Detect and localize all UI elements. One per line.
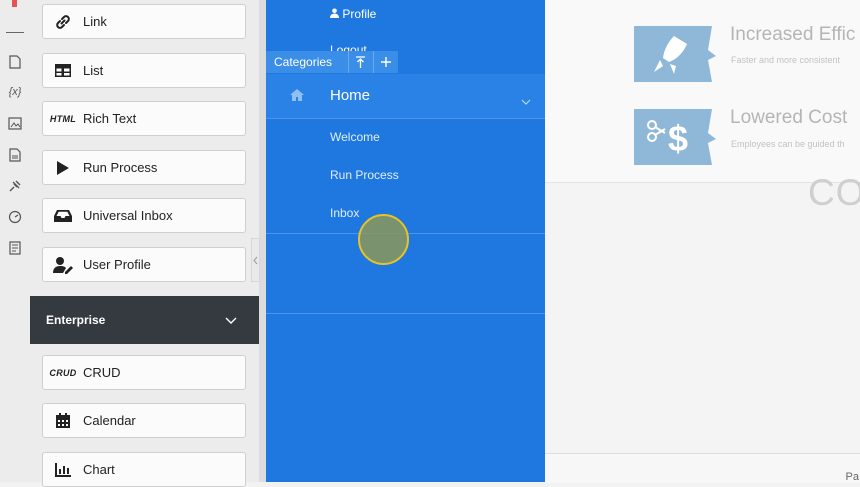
palette-item-label: List — [83, 63, 104, 78]
plus-icon — [380, 57, 391, 67]
profile-link[interactable]: Profile — [330, 7, 376, 21]
palette-item-list[interactable]: List — [42, 53, 246, 88]
calendar-icon — [43, 412, 83, 429]
palette-item-label: Run Process — [83, 160, 158, 175]
menu-item-run-process[interactable]: Run Process — [330, 168, 399, 182]
palette-item-crud[interactable]: CRUD CRUD — [42, 355, 246, 390]
feature-title: Lowered Cost — [730, 107, 848, 128]
file-icon[interactable] — [7, 148, 23, 164]
variable-icon[interactable]: {x} — [7, 84, 23, 100]
add-category-button[interactable] — [372, 51, 398, 73]
section-heading: CO — [808, 172, 860, 213]
page-icon[interactable] — [7, 55, 23, 71]
svg-text:$: $ — [668, 118, 688, 159]
feature-title: Increased Effic — [730, 24, 856, 45]
footer: Pa — [545, 453, 860, 483]
table-icon — [43, 63, 83, 78]
page-preview: Increased Effic Faster and more consiste… — [545, 0, 860, 483]
palette-item-label: Calendar — [83, 413, 136, 428]
feature-subtitle: Employees can be guided th — [731, 139, 845, 149]
palette-item-label: Universal Inbox — [83, 208, 173, 223]
rail-marker — [12, 0, 17, 7]
profile-label: Profile — [342, 7, 377, 21]
menu-item-inbox[interactable]: Inbox — [330, 206, 359, 220]
user-icon — [330, 8, 339, 18]
rocket-icon — [630, 22, 718, 89]
logout-label: Logout — [330, 43, 367, 51]
chart-icon — [43, 462, 83, 477]
image-icon[interactable] — [7, 117, 23, 133]
menu-category-home[interactable]: Home — [266, 74, 545, 119]
feature-subtitle: Faster and more consistent — [731, 55, 841, 65]
home-icon — [289, 88, 305, 107]
palette-item-calendar[interactable]: Calendar — [42, 403, 246, 438]
categories-toolbar: Categories — [266, 51, 398, 73]
play-icon — [43, 160, 83, 176]
plugin-icon[interactable] — [7, 179, 23, 195]
menu-divider — [266, 313, 545, 314]
crud-icon: CRUD — [49, 367, 77, 378]
link-icon — [43, 13, 83, 31]
palette-item-label: Link — [83, 14, 107, 29]
section-header-enterprise[interactable]: Enterprise — [30, 296, 259, 344]
palette-item-label: User Profile — [83, 257, 151, 272]
home-label: Home — [330, 87, 371, 104]
dollar-scissors-icon: $ — [630, 105, 718, 172]
menu-item-welcome[interactable]: Welcome — [330, 130, 380, 144]
chevron-left-icon — [253, 256, 258, 264]
palette-item-label: Chart — [83, 462, 115, 477]
chevron-down-icon — [521, 92, 531, 110]
move-up-button[interactable] — [347, 51, 373, 73]
html-icon: HTML — [49, 113, 77, 124]
categories-label: Categories — [274, 55, 333, 69]
tool-rail: {x} — [0, 0, 31, 482]
palette-item-label: CRUD — [83, 365, 121, 380]
collapse-panel-handle[interactable] — [251, 238, 260, 282]
logout-link[interactable]: Logout — [330, 43, 367, 51]
palette-item-user-profile[interactable]: User Profile — [42, 247, 246, 282]
click-indicator — [358, 214, 409, 265]
section-title: Enterprise — [46, 313, 106, 327]
arrow-up-icon — [356, 55, 366, 68]
footer-text: Pa — [845, 471, 859, 483]
palette-item-universal-inbox[interactable]: Universal Inbox — [42, 198, 246, 233]
palette-item-label: Rich Text — [83, 111, 137, 126]
inbox-icon — [43, 209, 83, 223]
features-panel: Increased Effic Faster and more consiste… — [545, 0, 860, 183]
form-icon[interactable] — [7, 241, 23, 257]
user-edit-icon — [43, 256, 83, 274]
palette-item-link[interactable]: Link — [42, 4, 246, 39]
rail-divider — [6, 32, 24, 33]
palette-item-run-process[interactable]: Run Process — [42, 150, 246, 185]
palette-item-rich-text[interactable]: HTML Rich Text — [42, 101, 246, 136]
panel-divider[interactable] — [259, 0, 266, 482]
dashboard-icon[interactable] — [7, 210, 23, 226]
element-palette: Link List HTML Rich Text Run Process Uni… — [30, 0, 259, 487]
chevron-down-icon — [225, 314, 237, 328]
